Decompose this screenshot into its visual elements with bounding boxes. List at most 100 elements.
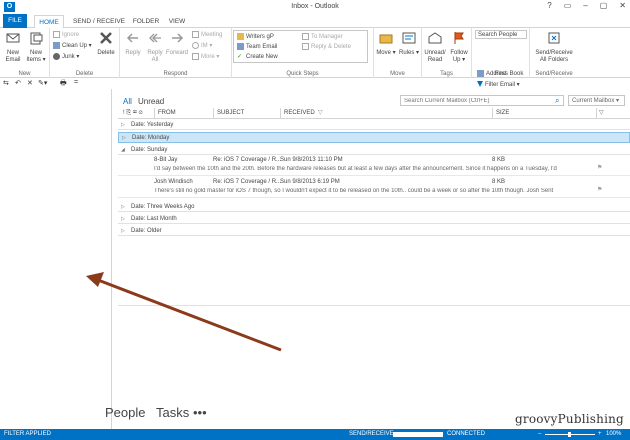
clean-up-icon — [53, 42, 60, 49]
send-receive-progress — [393, 432, 443, 437]
search-scope-dropdown[interactable]: Current Mailbox ▾ — [568, 95, 625, 106]
tab-home[interactable]: HOME — [34, 15, 64, 29]
filter-all-tab[interactable]: All — [123, 97, 132, 106]
reply-button[interactable]: Reply — [122, 31, 144, 57]
nav-people[interactable]: People — [105, 405, 145, 420]
rules-button[interactable]: Rules ▾ — [398, 31, 420, 57]
meeting-button[interactable]: Meeting — [192, 31, 222, 40]
quickstep-team-email[interactable]: Team Email — [237, 43, 277, 50]
send-receive-all-button[interactable]: Send/Receive All Folders — [532, 31, 576, 64]
column-from[interactable]: FROM — [158, 108, 176, 119]
column-size[interactable]: SIZE — [496, 108, 509, 119]
window-title: Inbox - Outlook — [291, 3, 339, 10]
connection-status: CONNECTED — [447, 431, 486, 437]
send-receive-qat-icon[interactable]: ⇆ — [3, 79, 9, 87]
search-mailbox-input[interactable] — [400, 95, 564, 106]
ignore-button[interactable]: Ignore — [53, 31, 79, 40]
im-button[interactable]: IM ▾ — [192, 42, 212, 51]
quick-steps-gallery: Writers gP Team Email ✓ Create New To Man… — [233, 30, 368, 63]
tab-file[interactable]: FILE — [3, 14, 27, 28]
delete-qat-icon[interactable]: ✕ — [27, 79, 33, 87]
move-button[interactable]: Move ▾ — [375, 31, 397, 57]
column-icons[interactable]: ! ⎘ ✉ ⌀ — [123, 108, 143, 119]
quickstep-create-new[interactable]: ✓ Create New — [237, 53, 278, 60]
message-from: 8-Bit Jay — [154, 157, 178, 163]
folder-pane[interactable] — [0, 89, 112, 429]
ribbon: New Email New Items ▾ New Ignore Clean U… — [0, 28, 630, 88]
ribbon-group-send-receive: Send/Receive All Folders Send/Receive — [530, 28, 578, 78]
quickstep-writers[interactable]: Writers gP — [237, 33, 274, 40]
follow-up-button[interactable]: Follow Up ▾ — [448, 31, 470, 64]
send-receive-status[interactable]: SEND/RECEIVE — [349, 429, 394, 440]
pane-divider[interactable] — [118, 305, 630, 306]
arrow-right-icon — [302, 33, 309, 40]
flag-icon[interactable]: ⚑ — [597, 164, 602, 171]
search-people-input[interactable]: Search People — [475, 30, 527, 39]
filter-applied-status[interactable]: FILTER APPLIED — [4, 429, 51, 440]
group-header-monday[interactable]: ▷ Date: Monday — [118, 132, 630, 143]
close-button[interactable]: ✕ — [619, 1, 626, 10]
message-from: Josh Windisch — [154, 179, 193, 185]
tab-folder[interactable]: FOLDER — [131, 15, 161, 28]
quickstep-reply-delete[interactable]: Reply & Delete — [302, 43, 351, 50]
group-header-sunday[interactable]: ◢ Date: Sunday — [118, 145, 630, 155]
delete-button[interactable]: Delete — [95, 31, 117, 57]
help-icon[interactable]: ? — [547, 1, 551, 10]
ribbon-display-icon[interactable]: ▭ — [564, 1, 572, 10]
new-items-button[interactable]: New Items ▾ — [25, 31, 47, 64]
im-icon — [192, 42, 199, 49]
message-row[interactable]: Josh Windisch Re: iOS 7 Coverage / R... … — [118, 178, 630, 198]
column-received[interactable]: RECEIVED — [284, 108, 315, 119]
customize-qat-icon[interactable]: = — [74, 79, 78, 86]
zoom-out-button[interactable]: – — [538, 429, 541, 440]
collapse-icon: ◢ — [121, 147, 125, 153]
zoom-slider-thumb[interactable] — [568, 432, 571, 437]
chevron-down-icon: ▾ — [616, 98, 620, 104]
touch-mode-icon[interactable]: ✎▾ — [38, 79, 47, 87]
window-controls: ? ▭ – ▢ ✕ — [547, 1, 626, 10]
more-icon — [192, 53, 199, 60]
clean-up-button[interactable]: Clean Up ▾ — [53, 42, 92, 51]
reply-icon — [126, 33, 138, 43]
tab-view[interactable]: VIEW — [165, 15, 189, 28]
reply-all-button[interactable]: Reply All — [144, 31, 166, 64]
flag-icon[interactable]: ⚑ — [597, 186, 602, 193]
new-email-button[interactable]: New Email — [2, 31, 24, 64]
check-icon: ✓ — [237, 54, 243, 60]
message-preview: I'd say between the 10th and the 20th. B… — [154, 166, 557, 172]
group-label-respond: Respond — [163, 71, 188, 77]
zoom-level[interactable]: 100% — [606, 429, 621, 440]
filter-column-icon[interactable]: ▽ — [599, 108, 604, 119]
watermark-logo: groovyPublishing — [515, 412, 624, 426]
quickstep-to-manager[interactable]: To Manager — [302, 33, 343, 40]
mail-list-pane: All Unread ⌕ Current Mailbox ▾ ! ⎘ ✉ ⌀ F… — [113, 89, 630, 399]
zoom-in-button[interactable]: + — [598, 429, 602, 440]
unread-read-button[interactable]: Unread/ Read — [424, 31, 446, 64]
group-label-tags: Tags — [440, 71, 453, 77]
group-header-three-weeks-ago[interactable]: ▷ Date: Three Weeks Ago — [118, 202, 630, 212]
filter-unread-tab[interactable]: Unread — [138, 97, 164, 106]
nav-tasks[interactable]: Tasks — [156, 405, 189, 420]
address-book-button[interactable]: Address Book — [477, 70, 523, 79]
quick-access-toolbar: ⇆ ↶ ✕ ✎▾ 🖶 = — [0, 78, 112, 89]
tab-send-receive[interactable]: SEND / RECEIVE — [68, 15, 130, 28]
ribbon-group-new: New Email New Items ▾ New — [0, 28, 50, 78]
more-respond-button[interactable]: More ▾ — [192, 53, 219, 62]
junk-button[interactable]: Junk ▾ — [53, 53, 79, 62]
message-received: Sun 9/8/2013 6:19 PM — [280, 179, 340, 185]
group-header-older[interactable]: ▷ Date: Older — [118, 226, 630, 236]
message-row[interactable]: 8-Bit Jay Re: iOS 7 Coverage / R... Sun … — [118, 156, 630, 176]
ribbon-tabs: FILE HOME SEND / RECEIVE FOLDER VIEW — [0, 14, 630, 29]
search-icon[interactable]: ⌕ — [555, 96, 559, 106]
group-header-yesterday[interactable]: ▷ Date: Yesterday — [118, 120, 630, 130]
expand-icon: ▷ — [121, 122, 125, 128]
forward-button[interactable]: Forward — [166, 31, 188, 57]
minimize-button[interactable]: – — [583, 1, 587, 10]
column-subject[interactable]: SUBJECT — [217, 108, 244, 119]
nav-more[interactable]: ••• — [193, 405, 207, 420]
group-label-send-receive: Send/Receive — [535, 71, 573, 77]
group-header-last-month[interactable]: ▷ Date: Last Month — [118, 214, 630, 224]
undo-icon[interactable]: ↶ — [15, 79, 21, 87]
forward-icon — [172, 33, 184, 43]
maximize-button[interactable]: ▢ — [600, 1, 608, 10]
